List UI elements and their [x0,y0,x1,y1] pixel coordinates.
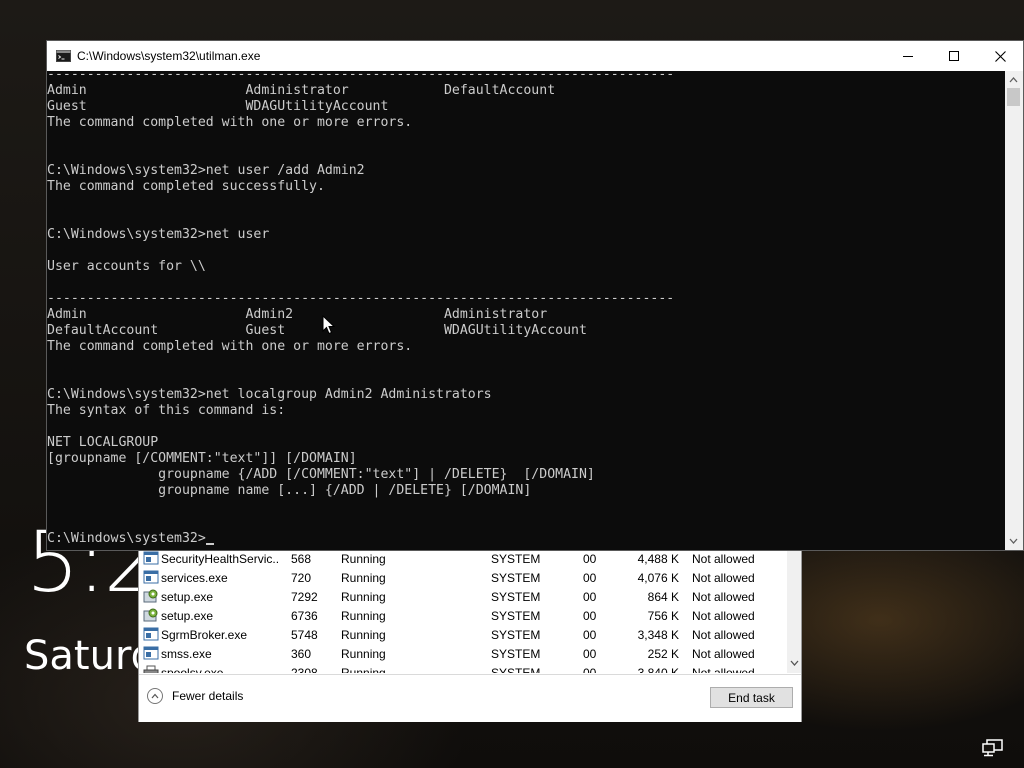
table-row[interactable]: spoolsv.exe 2308 Running SYSTEM 00 3,840 K Not… [139,663,787,673]
process-user: SYSTEM [491,628,541,642]
console-titlebar[interactable]: C:\Windows\system32\utilman.exe [47,41,1023,71]
printer-icon [143,665,159,673]
process-name: smss.exe [161,647,212,661]
process-status: Running [341,552,386,566]
process-uac: Not allowed [692,609,755,623]
process-user: SYSTEM [491,590,541,604]
console-scrollbar-thumb[interactable] [1007,88,1020,106]
chevron-down-icon[interactable] [790,660,799,667]
chevron-up-icon[interactable] [1009,76,1018,83]
setup-icon [143,608,159,622]
process-name: spoolsv.exe [161,666,224,673]
process-list: SecurityHealthServic... 568 Running SYSTEM 0… [139,539,787,673]
minimize-icon [903,56,913,57]
setup-icon [143,589,159,603]
process-status: Running [341,590,386,604]
process-pid: 7292 [291,590,318,604]
maximize-icon [949,51,959,61]
process-cpu: 00 [583,571,597,585]
process-status: Running [341,571,386,585]
process-uac: Not allowed [692,571,755,585]
process-user: SYSTEM [491,609,541,623]
process-memory: 3,840 K [637,666,679,673]
process-status: Running [341,647,386,661]
process-pid: 6736 [291,609,318,623]
process-cpu: 00 [583,666,597,673]
console-output[interactable]: ----------------------------------------… [47,71,1005,550]
table-row[interactable]: smss.exe 360 Running SYSTEM 00 252 K Not allow… [139,644,787,663]
process-pid: 360 [291,647,312,661]
process-user: SYSTEM [491,552,541,566]
fewer-details-label: Fewer details [172,689,244,703]
process-list-scrollbar[interactable] [787,539,801,673]
process-status: Running [341,666,386,673]
text-cursor [205,543,214,545]
process-memory: 756 K [647,609,679,623]
service-icon [143,646,159,660]
service-icon [143,627,159,641]
process-status: Running [341,609,386,623]
process-user: SYSTEM [491,666,541,673]
process-name: services.exe [161,571,228,585]
console-window-title: C:\Windows\system32\utilman.exe [77,49,261,63]
process-user: SYSTEM [491,571,541,585]
table-row[interactable]: setup.exe 7292 Running SYSTEM 00 864 K Not all… [139,587,787,606]
table-row[interactable]: SecurityHealthServic... 568 Running SYSTEM 0… [139,549,787,568]
process-uac: Not allowed [692,666,755,673]
task-manager-window: SecurityHealthServic... 568 Running SYSTEM 0… [138,538,802,722]
process-uac: Not allowed [692,552,755,566]
process-name: SecurityHealthServic... [161,552,279,566]
console-text: ----------------------------------------… [47,71,675,546]
process-pid: 5748 [291,628,318,642]
process-cpu: 00 [583,590,597,604]
fewer-details-button[interactable]: Fewer details [147,688,243,704]
chevron-up-icon [147,688,163,704]
process-name: SgrmBroker.exe [161,628,248,642]
process-memory: 252 K [647,647,679,661]
close-button[interactable] [977,41,1023,71]
maximize-button[interactable] [931,41,977,71]
close-icon [994,50,1006,62]
process-cpu: 00 [583,647,597,661]
process-name: setup.exe [161,609,214,623]
process-memory: 4,488 K [637,552,679,566]
service-icon [143,551,159,565]
table-row[interactable]: setup.exe 6736 Running SYSTEM 00 756 K Not all… [139,606,787,625]
process-pid: 568 [291,552,312,566]
process-pid: 2308 [291,666,318,673]
process-memory: 3,348 K [637,628,679,642]
service-icon [143,570,159,584]
console-scrollbar[interactable] [1005,71,1023,550]
process-memory: 4,076 K [637,571,679,585]
process-uac: Not allowed [692,647,755,661]
process-pid: 720 [291,571,312,585]
process-user: SYSTEM [491,647,541,661]
table-row[interactable]: services.exe 720 Running SYSTEM 00 4,076 K Not… [139,568,787,587]
network-icon[interactable] [982,739,1004,757]
mouse-pointer-icon [322,315,336,335]
console-app-icon [56,50,71,62]
console-window[interactable]: C:\Windows\system32\utilman.exe --------… [46,40,1024,551]
minimize-button[interactable] [885,41,931,71]
process-memory: 864 K [647,590,679,604]
process-uac: Not allowed [692,628,755,642]
process-cpu: 00 [583,609,597,623]
chevron-down-icon[interactable] [1009,538,1018,545]
table-row[interactable]: SgrmBroker.exe 5748 Running SYSTEM 00 3,348 K… [139,625,787,644]
lock-screen-date: Saturd [24,633,157,679]
process-status: Running [341,628,386,642]
end-task-button[interactable]: End task [710,687,793,708]
process-name: setup.exe [161,590,214,604]
process-uac: Not allowed [692,590,755,604]
process-cpu: 00 [583,628,597,642]
process-cpu: 00 [583,552,597,566]
